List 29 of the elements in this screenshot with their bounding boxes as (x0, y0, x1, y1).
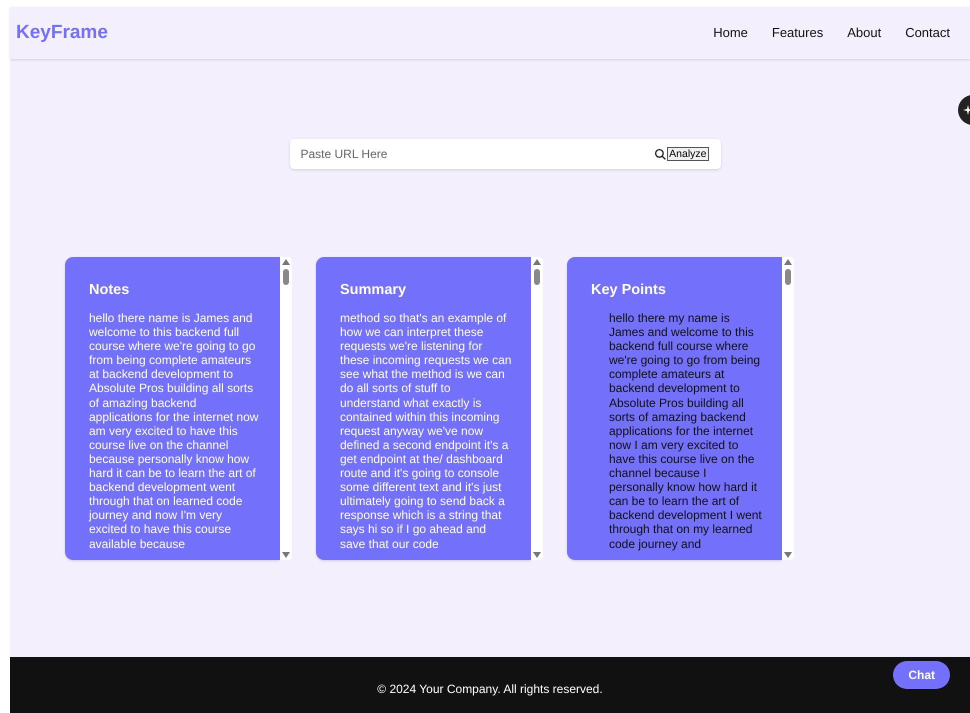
scroll-up-icon[interactable] (282, 259, 290, 265)
search-icon (654, 148, 668, 160)
scrollbar[interactable] (280, 257, 292, 560)
search-bar[interactable]: Paste URL Here Analyze (290, 139, 720, 169)
nav-link[interactable]: Home (713, 23, 748, 43)
card-text: hello there my name is James and welcome to this backend full course where we're going to go from being complete amateurs at backend development to Absolute Pros building all sorts of amazing backend applications for the internet now I am very excited to have this course live on the channel because I personally know how hard it can be to learn the art of backend development I went through that on my learned code journey and (609, 311, 763, 551)
scrollbar-thumb[interactable] (534, 269, 540, 285)
scroll-down-icon[interactable] (533, 552, 541, 558)
card-title: Summary (340, 281, 408, 299)
url-input[interactable]: Paste URL Here (300, 145, 654, 163)
copyright-text: © 2024 Your Company. All rights reserved. (377, 681, 603, 698)
scrollbar[interactable] (782, 257, 794, 560)
card-title: Notes (89, 281, 130, 299)
scrollbar-thumb[interactable] (283, 269, 289, 285)
nav-link[interactable]: Features (772, 23, 824, 43)
analyze-button[interactable]: Analyze (667, 147, 708, 161)
card-title: Key Points (591, 281, 667, 299)
scroll-down-icon[interactable] (784, 552, 792, 558)
scroll-down-icon[interactable] (282, 552, 290, 558)
chat-button[interactable]: Chat (893, 661, 950, 689)
nav-link[interactable]: Contact (905, 23, 950, 43)
nav-link[interactable]: About (847, 23, 882, 43)
sparkle-icon (963, 105, 970, 115)
card-text: method so that's an example of how we can interpret these requests we're listening for these incoming requests we can see what the method is we can do all sorts of stuff to understand what exactly is contained within this incoming request anyway we've now defined a second endpoint it's a get endpoint at the/ dashboard route and it's going to console some different text and it's just ultimately going to send back a response which is a string that says hi so if I go ahead and save that our code (340, 311, 512, 551)
card-text: hello there name is James and welcome to this backend full course where we're going to go from being complete amateurs at backend development to Absolute Pros building all sorts of amazing backend applications for the internet now am very excited to have this course live on the channel because personally know how hard it can be to learn the art of backend development went through that on learned code journey and now I'm very excited to have this course available because (89, 311, 260, 551)
scroll-up-icon[interactable] (784, 259, 792, 265)
scrollbar-thumb[interactable] (785, 269, 791, 285)
scrollbar[interactable] (531, 257, 543, 560)
scroll-up-icon[interactable] (533, 259, 541, 265)
